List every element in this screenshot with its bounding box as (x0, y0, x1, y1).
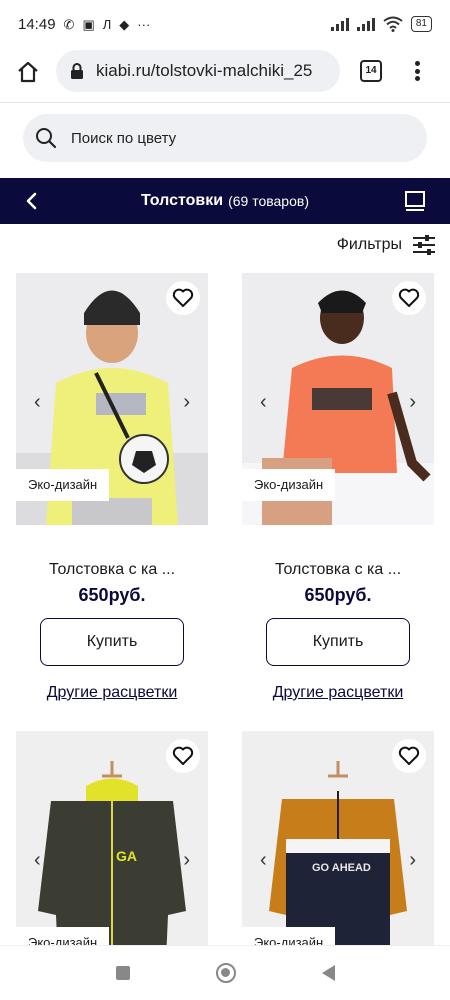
filter-sliders-icon (413, 235, 435, 255)
other-colors-link[interactable]: Другие расцветки (16, 684, 208, 702)
prev-image-icon[interactable]: ‹ (260, 391, 267, 414)
back-icon[interactable] (20, 189, 44, 213)
svg-text:GA: GA (116, 848, 137, 864)
system-nav-bar (0, 945, 450, 1000)
heart-icon (398, 288, 420, 307)
next-image-icon[interactable]: › (409, 391, 416, 414)
diamond-icon: ◆ (119, 16, 130, 32)
browser-menu-icon[interactable] (410, 58, 424, 84)
product-image[interactable]: ‹ › Эко-дизайн (16, 273, 208, 525)
other-colors-link[interactable]: Другие расцветки (242, 684, 434, 702)
buy-button[interactable]: Купить (266, 618, 410, 666)
product-card[interactable]: ‹ › Эко-дизайн Толстовка с ка ... 650руб… (242, 273, 434, 702)
next-image-icon[interactable]: › (183, 849, 190, 872)
search-placeholder: Поиск по цвету (71, 129, 177, 147)
product-name[interactable]: Толстовка с ка ... (16, 561, 208, 579)
product-price: 650руб. (78, 585, 146, 605)
next-image-icon[interactable]: › (409, 849, 416, 872)
view-toggle-icon[interactable] (404, 190, 426, 212)
category-header: Толстовки (69 товаров) (0, 178, 450, 224)
signal-icon (330, 17, 349, 31)
category-count: (69 товаров) (228, 193, 309, 209)
toolbar-divider (0, 102, 450, 103)
status-time: 14:49 (18, 15, 56, 33)
recents-icon[interactable] (115, 966, 130, 980)
filters-label: Фильтры (336, 236, 402, 253)
product-price: 650руб. (304, 585, 372, 605)
app-notification-icon: ▣ (82, 16, 95, 32)
battery-icon: 81 (410, 16, 432, 32)
color-search-input[interactable]: Поиск по цвету (23, 114, 427, 162)
category-title: Толстовки (141, 192, 224, 209)
heart-icon (172, 288, 194, 307)
prev-image-icon[interactable]: ‹ (260, 849, 267, 872)
product-card[interactable]: ‹ › Эко-дизайн Толстовка с ка ... 650руб… (16, 273, 208, 702)
buy-button[interactable]: Купить (40, 618, 184, 666)
home-nav-icon[interactable] (215, 963, 236, 983)
favorite-button[interactable] (392, 739, 426, 773)
home-icon[interactable] (16, 60, 40, 84)
status-bar: 14:49 ✆ ▣ Л ◆ ··· 81 (0, 0, 450, 48)
signal-2-icon (356, 17, 375, 31)
url-text: kiabi.ru/tolstovki-malchiki_25 (96, 61, 313, 80)
favorite-button[interactable] (166, 739, 200, 773)
prev-image-icon[interactable]: ‹ (34, 849, 41, 872)
heart-icon (398, 746, 420, 765)
filters-button[interactable]: Фильтры (337, 232, 436, 258)
eco-design-badge: Эко-дизайн (242, 469, 336, 501)
prev-image-icon[interactable]: ‹ (34, 391, 41, 414)
favorite-button[interactable] (392, 281, 426, 315)
favorite-button[interactable] (166, 281, 200, 315)
next-image-icon[interactable]: › (183, 391, 190, 414)
tabs-button[interactable]: 14 (360, 60, 382, 82)
no-call-icon: ✆ (63, 16, 75, 32)
svg-text:GO AHEAD: GO AHEAD (312, 862, 371, 874)
app-icon: Л (102, 16, 112, 32)
product-name[interactable]: Толстовка с ка ... (242, 561, 434, 579)
eco-design-badge: Эко-дизайн (16, 469, 110, 501)
address-bar[interactable]: kiabi.ru/tolstovki-malchiki_25 (56, 50, 340, 92)
browser-toolbar: kiabi.ru/tolstovki-malchiki_25 14 (0, 48, 450, 102)
more-notifications-icon: ··· (137, 16, 151, 32)
back-nav-icon[interactable] (321, 965, 335, 981)
search-icon (36, 128, 57, 149)
heart-icon (172, 746, 194, 765)
wifi-icon (383, 16, 403, 32)
lock-icon (71, 63, 83, 79)
product-image[interactable]: ‹ › Эко-дизайн (242, 273, 434, 525)
